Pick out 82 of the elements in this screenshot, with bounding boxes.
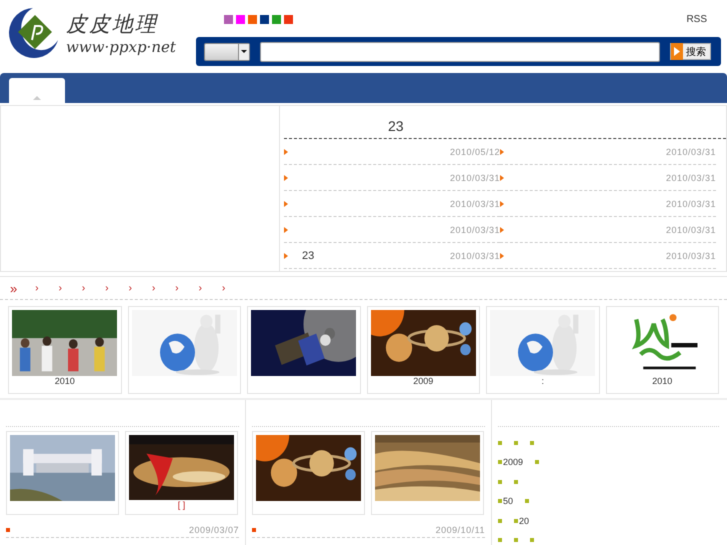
news-date: 2010/03/31 [450,198,500,208]
site-name: 皮皮地理 [66,11,159,38]
post-date: 2009/10/11 [436,525,485,535]
triangle-icon [33,96,41,100]
bullet-icon [6,528,10,532]
bullet-icon [535,460,540,464]
chevron[interactable]: › [58,282,62,294]
news-date: 2010/03/31 [666,224,716,234]
search-button[interactable]: 搜索 [670,43,711,60]
arrow-icon [284,174,288,180]
gallery-card[interactable]: : [486,306,600,394]
post-date: 2009/03/07 [188,525,239,535]
bullet-icon [498,460,502,464]
theme-swatch[interactable] [248,14,257,24]
logo-icon [6,6,60,60]
arrow-icon [500,148,504,154]
arrow-icon [284,252,288,258]
theme-swatch[interactable] [224,14,233,24]
bullet-icon [514,480,518,484]
bullet-icon [514,538,518,542]
caption: 2010 [652,376,672,387]
bullet-icon [525,499,530,504]
caption: [ ] [178,500,186,511]
bullet-icon [498,440,502,445]
arrow-icon [284,200,288,206]
bullet-icon [514,440,518,445]
bullet-icon [530,440,534,445]
gallery-card[interactable]: 2009 [366,306,480,394]
news-link[interactable]: 23 [302,250,314,262]
chevron[interactable]: › [35,282,39,294]
chevron[interactable]: › [175,282,179,294]
news-date: 2010/03/31 [450,172,500,182]
arrow-icon [500,174,504,180]
news-heading: 23 [388,118,404,134]
search-field[interactable] [260,42,660,62]
chevron[interactable]: › [198,282,202,294]
news-date: 2010/03/31 [666,172,716,182]
list-link[interactable]: 20 [519,516,530,526]
news-date: 2010/05/12 [450,146,500,156]
news-date: 2010/03/31 [450,250,500,260]
arrow-icon [500,252,504,258]
arrow-icon [500,200,504,206]
site-url: www·ppxp·net [66,38,176,56]
news-date: 2010/03/31 [666,198,716,208]
chevron[interactable]: › [105,282,109,294]
theme-swatch[interactable] [236,14,245,24]
rss-link[interactable]: RSS [686,14,721,24]
bullet-icon [530,538,534,542]
chevron[interactable]: › [152,282,156,294]
list-link[interactable]: 2009 [503,457,524,468]
list-link[interactable]: 50 [503,496,514,506]
caption: : [541,376,544,387]
theme-swatch[interactable] [272,14,281,24]
gallery-card[interactable]: 2010 [606,306,719,394]
category-dropdown[interactable] [204,42,250,60]
news-date: 2010/03/31 [666,146,716,156]
theme-swatch[interactable] [260,14,269,24]
gallery-card[interactable]: 2010 [8,306,122,394]
bullet-icon [514,518,518,523]
news-date: 2010/03/31 [450,224,500,234]
bullet-icon [498,499,502,504]
chevron[interactable]: › [222,282,226,294]
gallery-card[interactable] [247,306,360,394]
bullet-icon [498,480,502,484]
chevron[interactable]: › [128,282,132,294]
bullet-icon [498,518,502,523]
news-date: 2010/03/31 [666,250,716,260]
caret-icon [241,50,247,53]
double-chevron: » [10,280,18,296]
bullet-icon [252,528,256,532]
photo-card[interactable] [252,431,365,515]
arrow-icon [500,226,504,232]
photo-card[interactable]: [ ] [125,431,238,515]
bullet-icon [498,538,502,542]
arrow-icon [284,148,288,154]
chevron[interactable]: › [82,282,86,294]
photo-card[interactable] [371,431,484,515]
caption: 2009 [413,376,434,387]
caption: 2010 [54,376,75,387]
arrow-icon [284,226,288,232]
play-icon [674,47,680,56]
theme-swatch[interactable] [284,14,293,24]
